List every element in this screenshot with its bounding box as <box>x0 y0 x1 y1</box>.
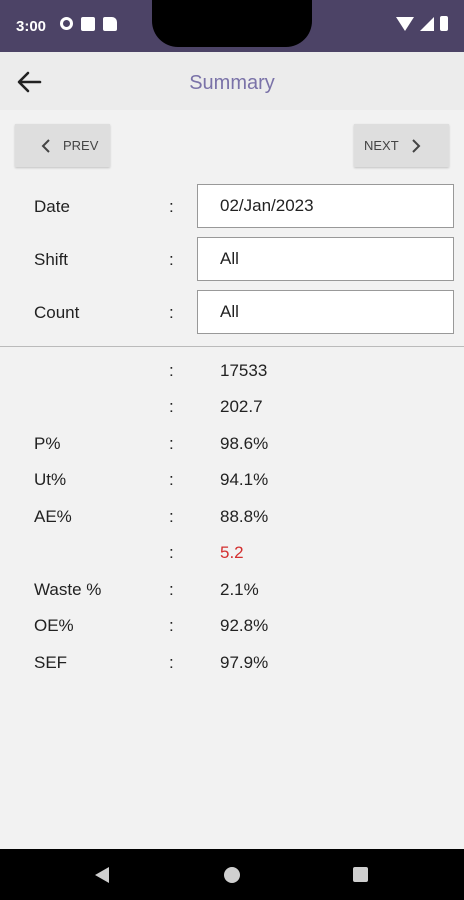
metric-colon: : <box>169 434 174 453</box>
metric-value: 98.6% <box>220 434 269 453</box>
camera-notch <box>152 0 312 47</box>
metric-colon: : <box>169 361 174 380</box>
status-icons-left <box>60 17 117 31</box>
metric-colon: : <box>169 580 174 599</box>
wifi-icon <box>396 17 414 31</box>
status-time: 3:00 <box>16 18 47 35</box>
battery-icon <box>440 16 448 31</box>
date-field[interactable]: 02/Jan/2023 <box>197 184 454 228</box>
metric-value: 17533 <box>220 361 268 380</box>
nav-home-icon[interactable] <box>224 867 240 883</box>
status-icons-right <box>396 16 448 31</box>
count-field[interactable]: All <box>197 290 454 334</box>
next-button[interactable]: NEXT <box>354 124 449 167</box>
signal-icon <box>420 17 434 31</box>
metric-colon: : <box>169 543 174 562</box>
status-bar: 3:00 <box>0 0 464 52</box>
metric-value: 88.8% <box>220 507 269 526</box>
metric-label: Ut% <box>34 470 67 489</box>
next-label: NEXT <box>364 138 399 153</box>
metric-colon: : <box>169 653 174 672</box>
divider <box>0 346 464 347</box>
nav-back-icon[interactable] <box>95 867 109 883</box>
metric-value: 202.7 <box>220 397 263 416</box>
metric-label: SEF <box>34 653 68 672</box>
gear-icon <box>60 17 73 30</box>
shift-label: Shift <box>34 250 69 269</box>
metric-label: Waste % <box>34 580 102 599</box>
chevron-right-icon <box>411 138 421 153</box>
system-nav-bar <box>0 849 464 900</box>
prev-label: PREV <box>63 138 99 153</box>
prev-button[interactable]: PREV <box>15 124 110 167</box>
count-colon: : <box>169 303 174 322</box>
metric-colon: : <box>169 507 174 526</box>
date-colon: : <box>169 197 174 216</box>
box-icon <box>81 17 95 31</box>
shift-field[interactable]: All <box>197 237 454 281</box>
nav-recents-icon[interactable] <box>353 867 368 882</box>
metric-colon: : <box>169 470 174 489</box>
page-title: Summary <box>189 72 275 94</box>
metric-label: OE% <box>34 616 74 635</box>
metric-label: AE% <box>34 507 72 526</box>
metric-value: 97.9% <box>220 653 269 672</box>
metric-value: 2.1% <box>220 580 259 599</box>
metric-value: 92.8% <box>220 616 269 635</box>
metric-colon: : <box>169 397 174 416</box>
metric-colon: : <box>169 616 174 635</box>
date-label: Date <box>34 197 70 216</box>
shift-colon: : <box>169 250 174 269</box>
metric-value: 94.1% <box>220 470 269 489</box>
chevron-left-icon <box>41 138 50 153</box>
sd-card-icon <box>103 17 117 31</box>
count-label: Count <box>34 303 80 322</box>
metric-label: P% <box>34 434 61 453</box>
metric-value-highlight: 5.2 <box>220 543 244 562</box>
